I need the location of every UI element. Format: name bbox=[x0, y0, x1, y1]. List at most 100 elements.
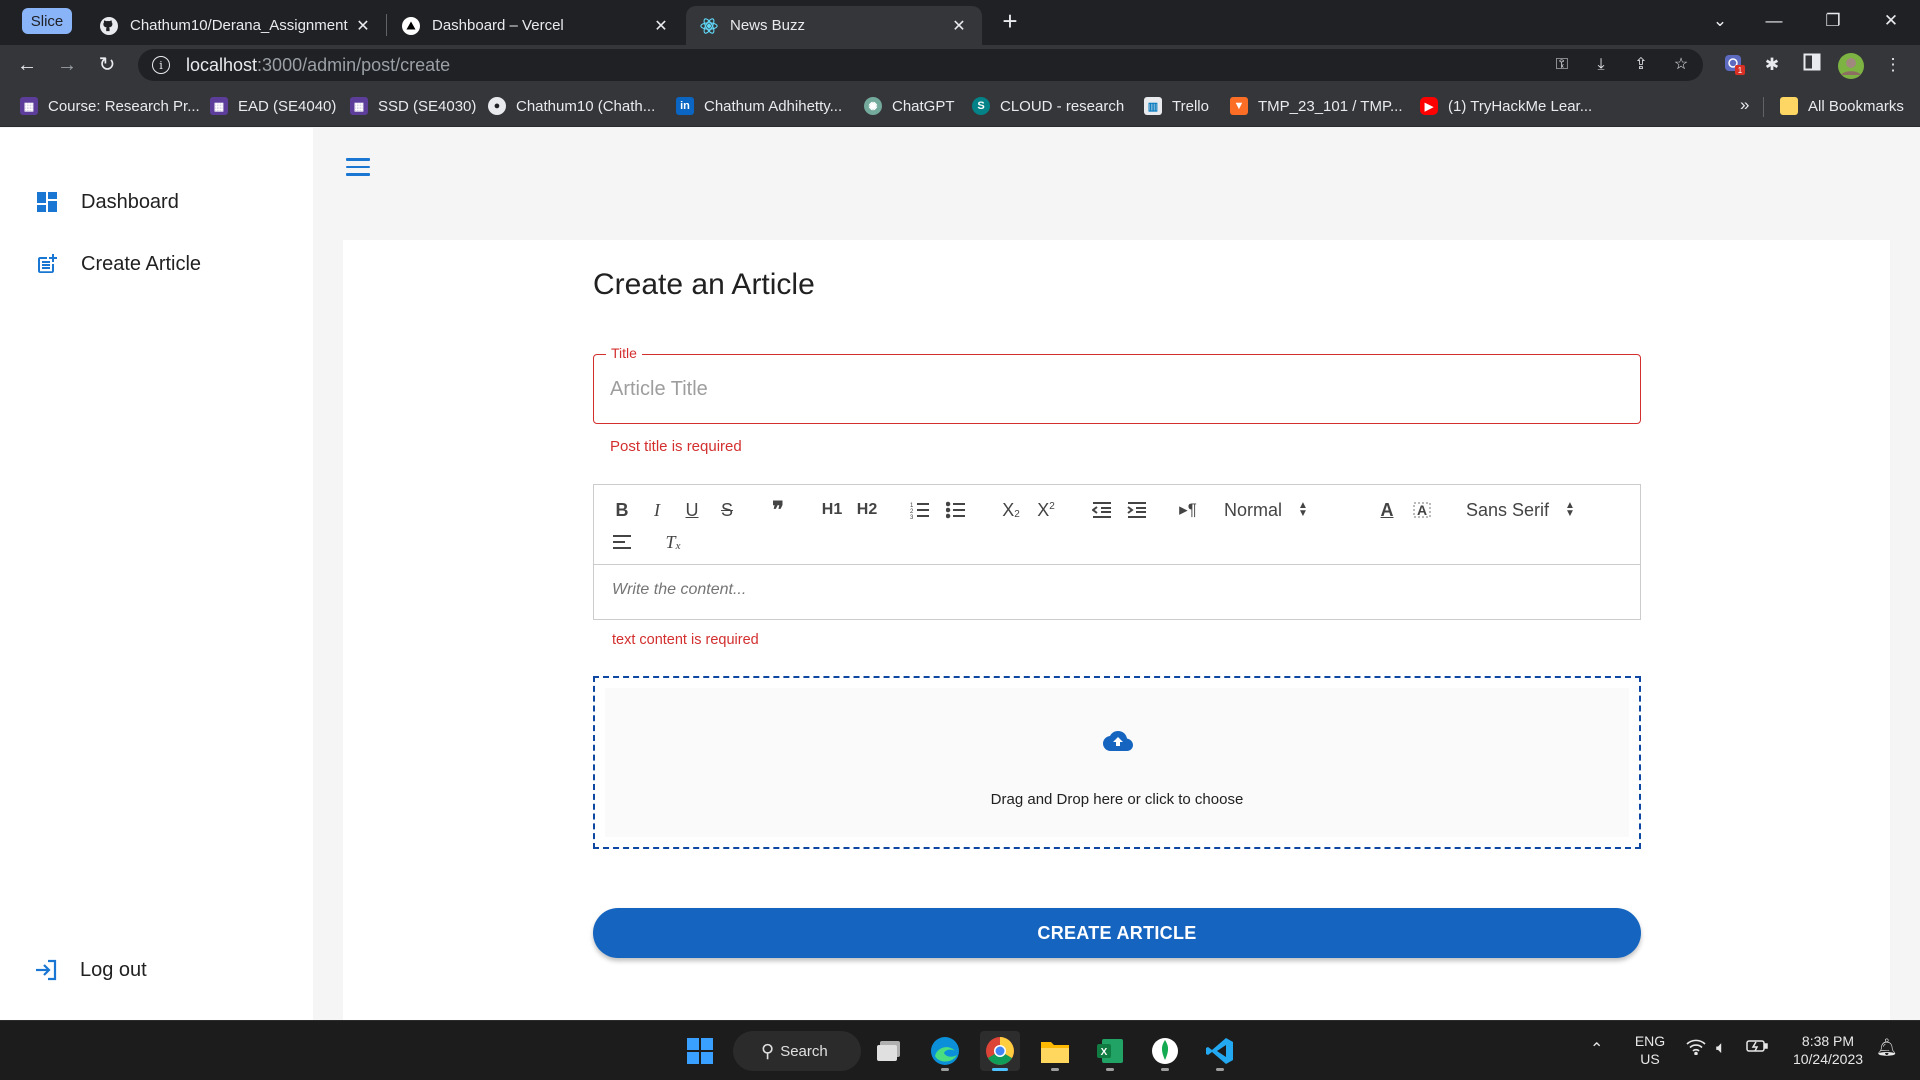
battery-icon[interactable] bbox=[1746, 1039, 1768, 1056]
indent-icon[interactable] bbox=[1123, 497, 1151, 523]
image-dropzone[interactable]: Drag and Drop here or click to choose bbox=[593, 676, 1641, 849]
title-field-label: Title bbox=[606, 345, 642, 361]
svg-text:X: X bbox=[1101, 1047, 1108, 1058]
ordered-list-icon[interactable]: 123 bbox=[906, 497, 934, 523]
outdent-icon[interactable] bbox=[1088, 497, 1116, 523]
editor-content-area[interactable]: Write the content... bbox=[594, 565, 1640, 619]
italic-button[interactable]: I bbox=[643, 497, 671, 523]
tab-github[interactable]: Chathum10/Derana_Assignment ✕ bbox=[86, 6, 386, 45]
share-icon[interactable]: ⇪ bbox=[1630, 54, 1652, 76]
windows-taskbar: ⚲ Search X ⌃ ENG US 🔈︎ 8:38 PM 10/24/2023 bbox=[0, 1020, 1920, 1080]
bookmark-item[interactable]: ✺ ChatGPT bbox=[864, 95, 955, 117]
underline-button[interactable]: U bbox=[678, 497, 706, 523]
subscript-button[interactable]: X2 bbox=[997, 497, 1025, 523]
vscode-icon[interactable] bbox=[1200, 1031, 1240, 1071]
align-icon[interactable] bbox=[608, 529, 636, 555]
bookmark-item[interactable]: S CLOUD - research bbox=[972, 95, 1124, 117]
password-key-icon[interactable]: ⚿ bbox=[1551, 54, 1573, 76]
create-article-button[interactable]: CREATE ARTICLE bbox=[593, 908, 1641, 958]
sidebar-item-create-article[interactable]: Create Article bbox=[34, 251, 201, 277]
tab-vercel[interactable]: Dashboard – Vercel ✕ bbox=[388, 6, 684, 45]
close-icon[interactable]: ✕ bbox=[354, 16, 372, 36]
clock[interactable]: 8:38 PM 10/24/2023 bbox=[1784, 1032, 1872, 1068]
new-tab-button[interactable]: + bbox=[995, 8, 1025, 36]
address-bar[interactable]: i localhost:3000/admin/post/create bbox=[138, 49, 1703, 81]
url-text[interactable]: localhost:3000/admin/post/create bbox=[186, 55, 450, 76]
tab-label: Chathum10/Derana_Assignment bbox=[130, 17, 348, 34]
extension-icon[interactable]: 1 bbox=[1722, 53, 1746, 77]
menu-toggle-icon[interactable] bbox=[346, 158, 370, 178]
blockquote-button[interactable]: ❞ bbox=[764, 497, 792, 523]
bookmark-item[interactable]: ▥ Trello bbox=[1144, 95, 1209, 117]
notification-bell-icon[interactable]: 🔔︎ bbox=[1876, 1038, 1898, 1058]
sidebar-item-logout[interactable]: Log out bbox=[33, 957, 147, 983]
bookmark-item[interactable]: ▦ EAD (SE4040) bbox=[210, 95, 336, 117]
chrome-menu-icon[interactable]: ⋮ bbox=[1881, 53, 1905, 77]
site-info-icon[interactable]: i bbox=[152, 56, 170, 74]
chrome-icon[interactable] bbox=[980, 1031, 1020, 1071]
tab-search-icon[interactable]: ⌄ bbox=[1700, 6, 1740, 36]
file-explorer-icon[interactable] bbox=[1035, 1031, 1075, 1071]
tab-label: News Buzz bbox=[730, 17, 806, 34]
side-panel-icon[interactable] bbox=[1800, 53, 1824, 77]
task-view-icon[interactable] bbox=[870, 1031, 910, 1071]
reload-icon[interactable]: ↻ bbox=[92, 50, 122, 80]
sidebar-item-label: Create Article bbox=[81, 252, 202, 275]
all-bookmarks-folder[interactable]: All Bookmarks bbox=[1780, 95, 1904, 117]
edge-browser-icon[interactable] bbox=[925, 1031, 965, 1071]
close-window-icon[interactable]: ✕ bbox=[1871, 6, 1911, 36]
forward-icon[interactable]: → bbox=[52, 50, 82, 80]
bookmark-item[interactable]: ▶ (1) TryHackMe Lear... bbox=[1420, 95, 1592, 117]
excel-icon[interactable]: X bbox=[1090, 1031, 1130, 1071]
svg-text:3: 3 bbox=[910, 515, 914, 519]
slice-tab-group[interactable]: Slice bbox=[22, 8, 72, 34]
header-1-button[interactable]: H1 bbox=[816, 497, 848, 523]
taskbar-search[interactable]: ⚲ Search bbox=[733, 1031, 861, 1071]
show-hidden-icons[interactable]: ⌃ bbox=[1590, 1039, 1603, 1059]
puzzle-extensions-icon[interactable]: ✱ bbox=[1760, 53, 1784, 77]
windows-start-icon[interactable] bbox=[680, 1031, 720, 1071]
university-icon: ▦ bbox=[210, 97, 228, 115]
vercel-icon bbox=[402, 16, 420, 35]
bookmarks-overflow-button[interactable]: » bbox=[1740, 95, 1749, 115]
background-color-icon[interactable]: A bbox=[1408, 497, 1436, 523]
bookmark-item[interactable]: ▦ SSD (SE4030) bbox=[350, 95, 476, 117]
sharepoint-icon: S bbox=[972, 97, 990, 115]
font-family-picker[interactable]: Sans Serif ▲ ▼ bbox=[1466, 497, 1575, 523]
trello-icon: ▥ bbox=[1144, 97, 1162, 115]
bookmark-item[interactable]: in Chathum Adhihetty... bbox=[676, 95, 842, 117]
clear-format-button[interactable]: Tx bbox=[659, 529, 687, 555]
text-direction-button[interactable]: ▸ ¶ bbox=[1174, 497, 1202, 523]
wifi-icon[interactable] bbox=[1686, 1039, 1706, 1060]
header-2-button[interactable]: H2 bbox=[851, 497, 883, 523]
minimize-icon[interactable]: — bbox=[1754, 6, 1794, 36]
strike-button[interactable]: S bbox=[713, 497, 741, 523]
language-indicator[interactable]: ENG US bbox=[1628, 1032, 1672, 1068]
page-title: Create an Article bbox=[593, 268, 815, 301]
title-input[interactable] bbox=[610, 373, 1620, 405]
linkedin-icon: in bbox=[676, 97, 694, 115]
tab-news-buzz[interactable]: News Buzz ✕ bbox=[686, 6, 982, 45]
news-buzz-admin-app: Dashboard Create Article Log out Create … bbox=[0, 128, 1920, 1080]
superscript-button[interactable]: X2 bbox=[1032, 497, 1060, 523]
browser-tab-strip: Slice Chathum10/Derana_Assignment ✕ Dash… bbox=[0, 0, 1920, 45]
title-field: Title bbox=[593, 345, 1641, 424]
close-icon[interactable]: ✕ bbox=[950, 16, 968, 36]
header-size-picker[interactable]: Normal ▲ ▼ bbox=[1224, 497, 1308, 523]
back-icon[interactable]: ← bbox=[12, 50, 42, 80]
install-app-icon[interactable]: ⤓ bbox=[1590, 54, 1612, 76]
sidebar-item-dashboard[interactable]: Dashboard bbox=[34, 189, 179, 215]
restore-icon[interactable]: ❐ bbox=[1813, 6, 1853, 36]
profile-avatar[interactable] bbox=[1838, 53, 1864, 79]
bookmark-star-icon[interactable]: ☆ bbox=[1670, 54, 1692, 76]
text-color-button[interactable]: A bbox=[1373, 497, 1401, 523]
bookmark-item[interactable]: ● Chathum10 (Chath... bbox=[488, 95, 655, 117]
bookmark-item[interactable]: ▦ Course: Research Pr... bbox=[20, 95, 200, 117]
bold-button[interactable]: B bbox=[608, 497, 636, 523]
bookmark-item[interactable]: ▼ TMP_23_101 / TMP... bbox=[1230, 95, 1403, 117]
volume-icon[interactable]: 🔈︎ bbox=[1716, 1038, 1726, 1058]
mongodb-compass-icon[interactable] bbox=[1145, 1031, 1185, 1071]
close-icon[interactable]: ✕ bbox=[652, 16, 670, 36]
bullet-list-icon[interactable] bbox=[942, 497, 970, 523]
post-add-icon bbox=[34, 251, 60, 277]
